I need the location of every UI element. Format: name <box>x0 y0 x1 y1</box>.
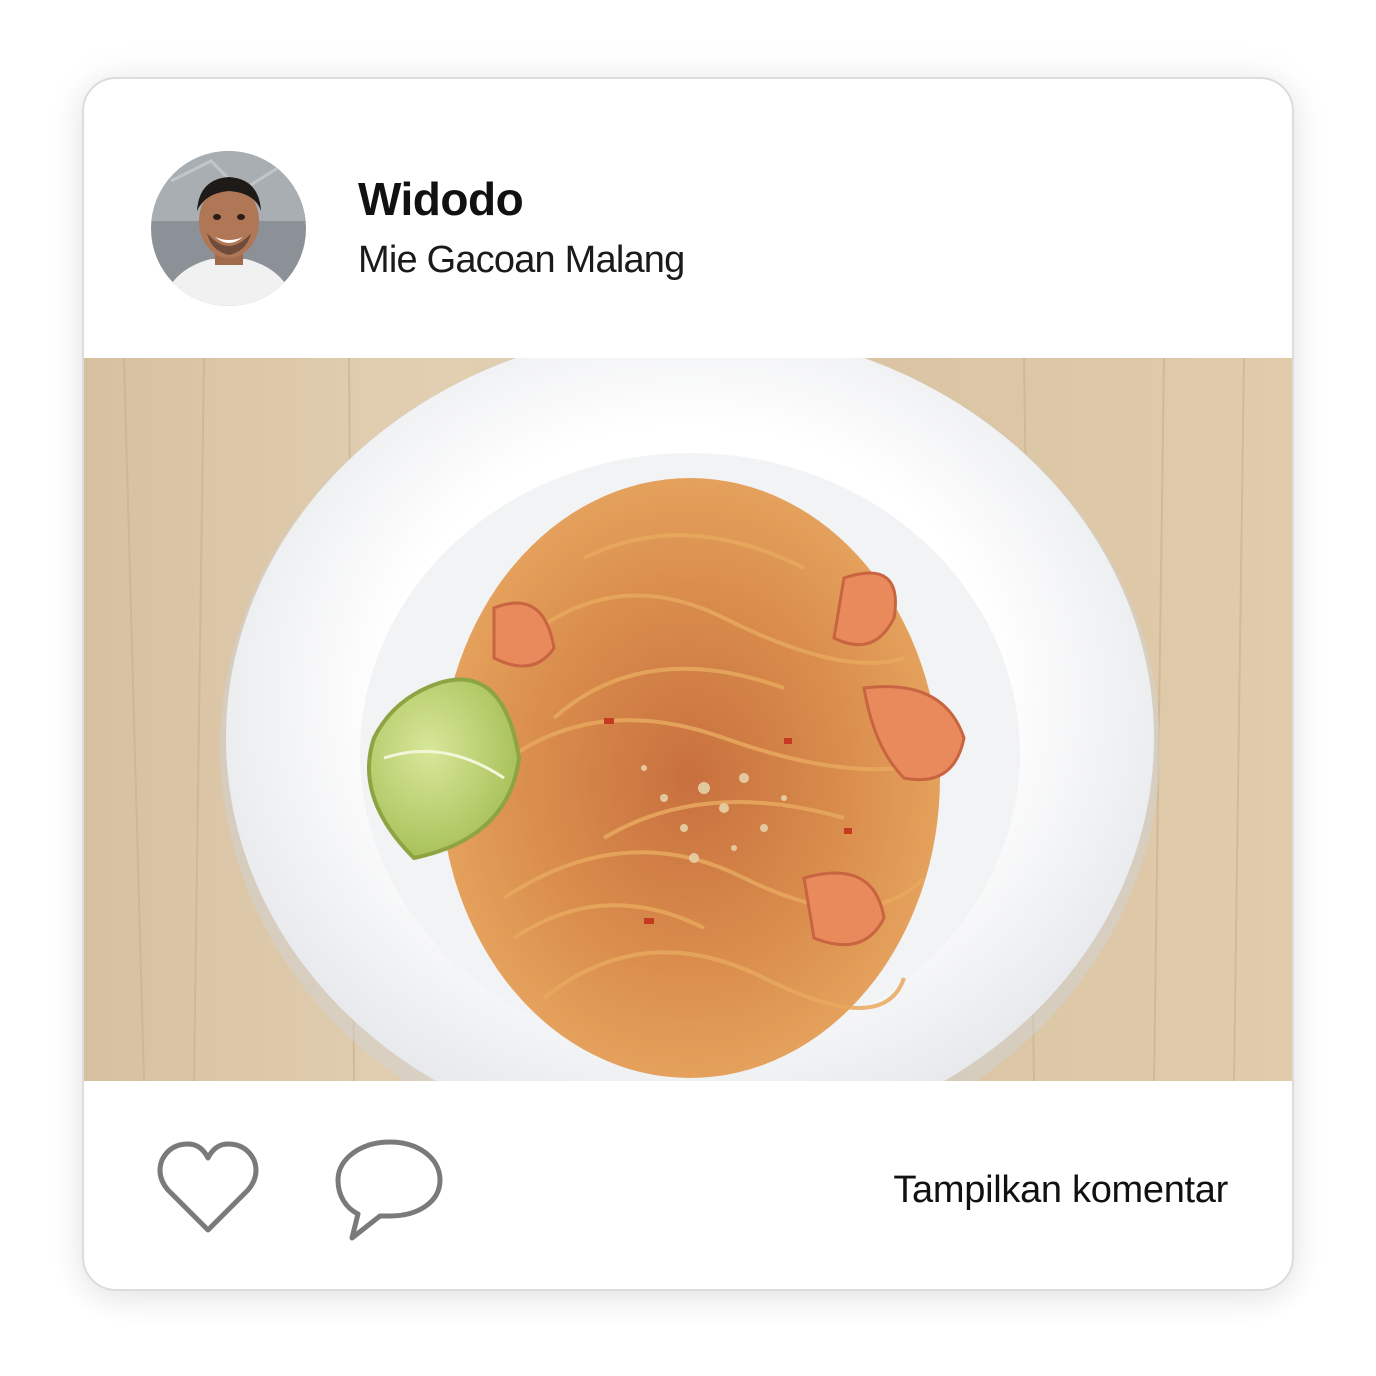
post-header: Widodo Mie Gacoan Malang <box>84 79 1292 358</box>
food-photo <box>84 358 1292 1081</box>
post-location[interactable]: Mie Gacoan Malang <box>358 239 685 282</box>
like-button[interactable] <box>154 1138 262 1238</box>
comment-bubble-icon <box>335 1139 443 1241</box>
post-footer: Tampilkan komentar <box>84 1081 1292 1289</box>
author-avatar[interactable] <box>151 151 306 306</box>
comment-button[interactable] <box>332 1136 448 1246</box>
author-name[interactable]: Widodo <box>358 172 524 226</box>
post-photo[interactable] <box>84 358 1292 1081</box>
post-card: Widodo Mie Gacoan Malang Tampilkan komen… <box>82 77 1294 1291</box>
show-comments-link[interactable]: Tampilkan komentar <box>893 1169 1228 1212</box>
heart-icon <box>157 1141 259 1233</box>
avatar-image <box>151 151 306 306</box>
